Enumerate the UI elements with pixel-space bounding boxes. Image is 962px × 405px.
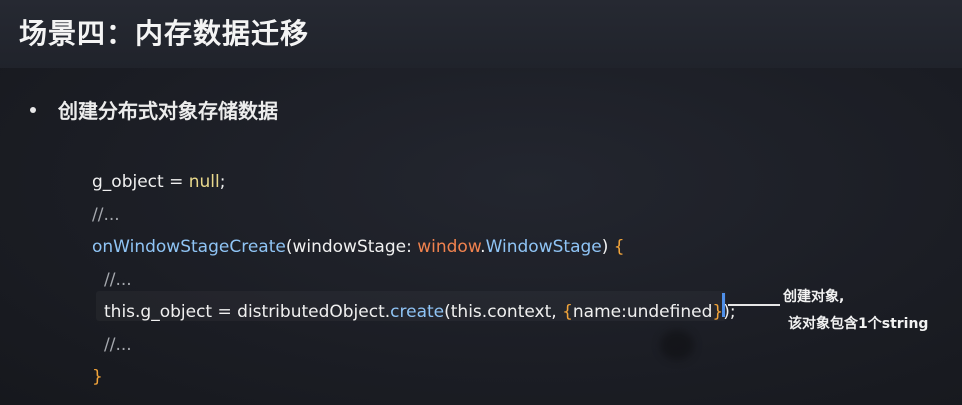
code-line-7: } xyxy=(92,361,736,394)
bullet-item: 创建分布式对象存储数据 xyxy=(30,95,278,124)
code-token: ) xyxy=(601,237,614,257)
code-token: { xyxy=(562,302,573,322)
slide-title: 场景四：内存数据迁移 xyxy=(19,17,310,50)
callout-connector xyxy=(728,304,780,306)
code-token: null xyxy=(188,172,220,192)
code-comment: //... xyxy=(104,334,132,355)
text-cursor-icon xyxy=(722,293,725,317)
bullet-dot-icon xyxy=(30,106,36,113)
code-token: this.context, xyxy=(450,302,563,322)
code-token: g_object xyxy=(92,172,164,192)
code-line-5: this.g_object = distributedObject.create… xyxy=(92,296,736,329)
code-token: create xyxy=(390,302,445,322)
code-token: = xyxy=(163,172,189,192)
code-comment: //... xyxy=(92,204,120,225)
callout-line-2: 该对象包含1个string xyxy=(788,316,929,332)
code-token: this.g_object = distributedObject. xyxy=(104,302,391,322)
code-line-1: g_object = null; xyxy=(92,166,736,199)
callout-line-1: 创建对象, xyxy=(783,289,845,305)
code-token: } xyxy=(92,367,103,387)
callout-annotation: 创建对象, 该对象包含1个string xyxy=(783,284,928,338)
code-token: { xyxy=(613,237,625,257)
code-block: g_object = null; //... onWindowStageCrea… xyxy=(92,166,736,394)
code-token: windowStage: xyxy=(292,237,418,257)
code-token: name:undefined xyxy=(572,302,713,322)
code-line-3: onWindowStageCreate(windowStage: window.… xyxy=(92,231,736,264)
code-line-2: //... xyxy=(92,199,736,232)
code-token: ( xyxy=(444,302,451,322)
code-line-6: //... xyxy=(92,329,736,362)
code-token: window xyxy=(417,237,481,257)
code-token: ; xyxy=(219,172,226,192)
mouse-pointer-shadow xyxy=(660,330,694,360)
code-comment: //... xyxy=(104,269,132,290)
code-line-4: //... xyxy=(92,264,736,297)
code-token: WindowStage xyxy=(485,237,602,257)
bullet-text: 创建分布式对象存储数据 xyxy=(58,99,278,123)
code-token: onWindowStageCreate xyxy=(92,237,286,257)
